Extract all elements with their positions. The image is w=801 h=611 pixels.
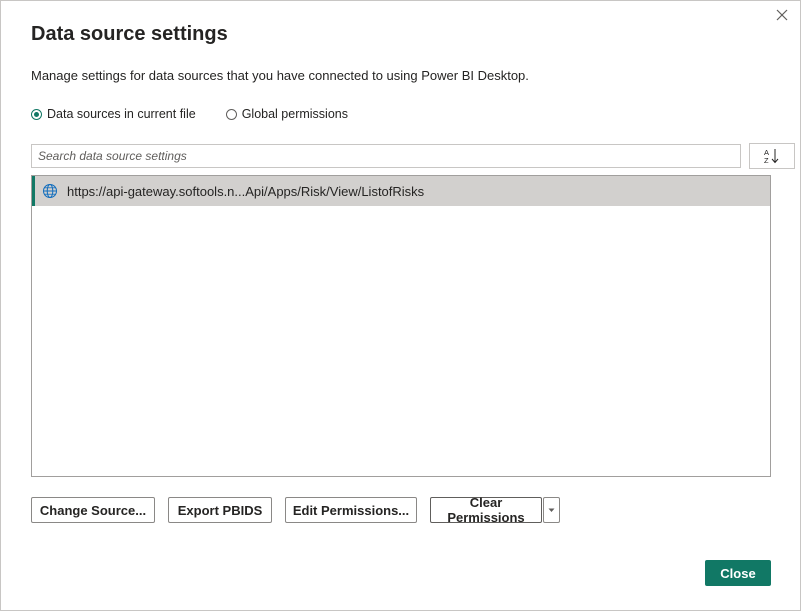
sort-a-z-icon: A Z [764, 148, 779, 164]
radio-global-permissions-label: Global permissions [241, 107, 348, 121]
edit-permissions-button[interactable]: Edit Permissions... [285, 497, 417, 523]
radio-current-file[interactable]: Data sources in current file [31, 107, 196, 121]
list-item-label: https://api-gateway.softools.n...Api/App… [67, 183, 425, 199]
scope-radio-group: Data sources in current file Global perm… [31, 107, 378, 121]
data-source-list: https://api-gateway.softools.n...Api/App… [31, 175, 771, 477]
svg-text:Z: Z [764, 156, 769, 164]
sort-button[interactable]: A Z [749, 143, 795, 169]
data-source-settings-dialog: Data source settings Manage settings for… [0, 0, 801, 611]
search-input[interactable] [31, 144, 741, 168]
export-pbids-button[interactable]: Export PBIDS [168, 497, 272, 523]
close-button[interactable]: Close [705, 560, 771, 586]
close-icon[interactable] [774, 7, 790, 23]
chevron-down-icon [548, 508, 555, 512]
radio-current-file-label: Data sources in current file [47, 107, 196, 121]
globe-icon [43, 184, 57, 198]
radio-unchecked-icon[interactable] [225, 108, 237, 120]
radio-checked-icon[interactable] [31, 108, 42, 120]
clear-permissions-button[interactable]: Clear Permissions [430, 495, 542, 525]
list-item[interactable]: https://api-gateway.softools.n...Api/App… [32, 176, 770, 206]
radio-global-permissions[interactable]: Global permissions [225, 107, 348, 121]
clear-permissions-dropdown-button[interactable] [543, 497, 560, 523]
dialog-description: Manage settings for data sources that yo… [31, 68, 529, 83]
change-source-button[interactable]: Change Source... [31, 497, 155, 523]
dialog-title: Data source settings [31, 23, 228, 45]
